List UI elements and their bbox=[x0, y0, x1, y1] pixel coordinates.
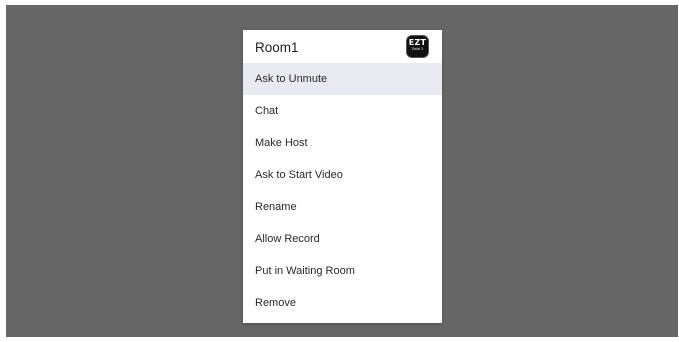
menu-item-ask-to-start-video[interactable]: Ask to Start Video bbox=[243, 159, 442, 191]
menu-header: Room1 EZT Gaid 1 bbox=[243, 30, 442, 63]
participant-action-menu: Room1 EZT Gaid 1 Ask to Unmute Chat Make… bbox=[243, 30, 442, 323]
menu-item-ask-to-unmute[interactable]: Ask to Unmute bbox=[243, 63, 442, 95]
menu-item-rename[interactable]: Rename bbox=[243, 191, 442, 223]
menu-item-make-host[interactable]: Make Host bbox=[243, 127, 442, 159]
app-icon-main-text: EZT bbox=[408, 38, 427, 47]
menu-item-put-in-waiting-room[interactable]: Put in Waiting Room bbox=[243, 255, 442, 287]
menu-list: Ask to Unmute Chat Make Host Ask to Star… bbox=[243, 63, 442, 319]
menu-item-allow-record[interactable]: Allow Record bbox=[243, 223, 442, 255]
menu-title: Room1 bbox=[255, 40, 299, 55]
dimmed-backdrop[interactable]: Room1 EZT Gaid 1 Ask to Unmute Chat Make… bbox=[6, 5, 678, 337]
ezt-app-icon: EZT Gaid 1 bbox=[406, 35, 429, 58]
app-icon-sub-text: Gaid 1 bbox=[411, 47, 424, 51]
menu-item-chat[interactable]: Chat bbox=[243, 95, 442, 127]
menu-item-remove[interactable]: Remove bbox=[243, 287, 442, 319]
